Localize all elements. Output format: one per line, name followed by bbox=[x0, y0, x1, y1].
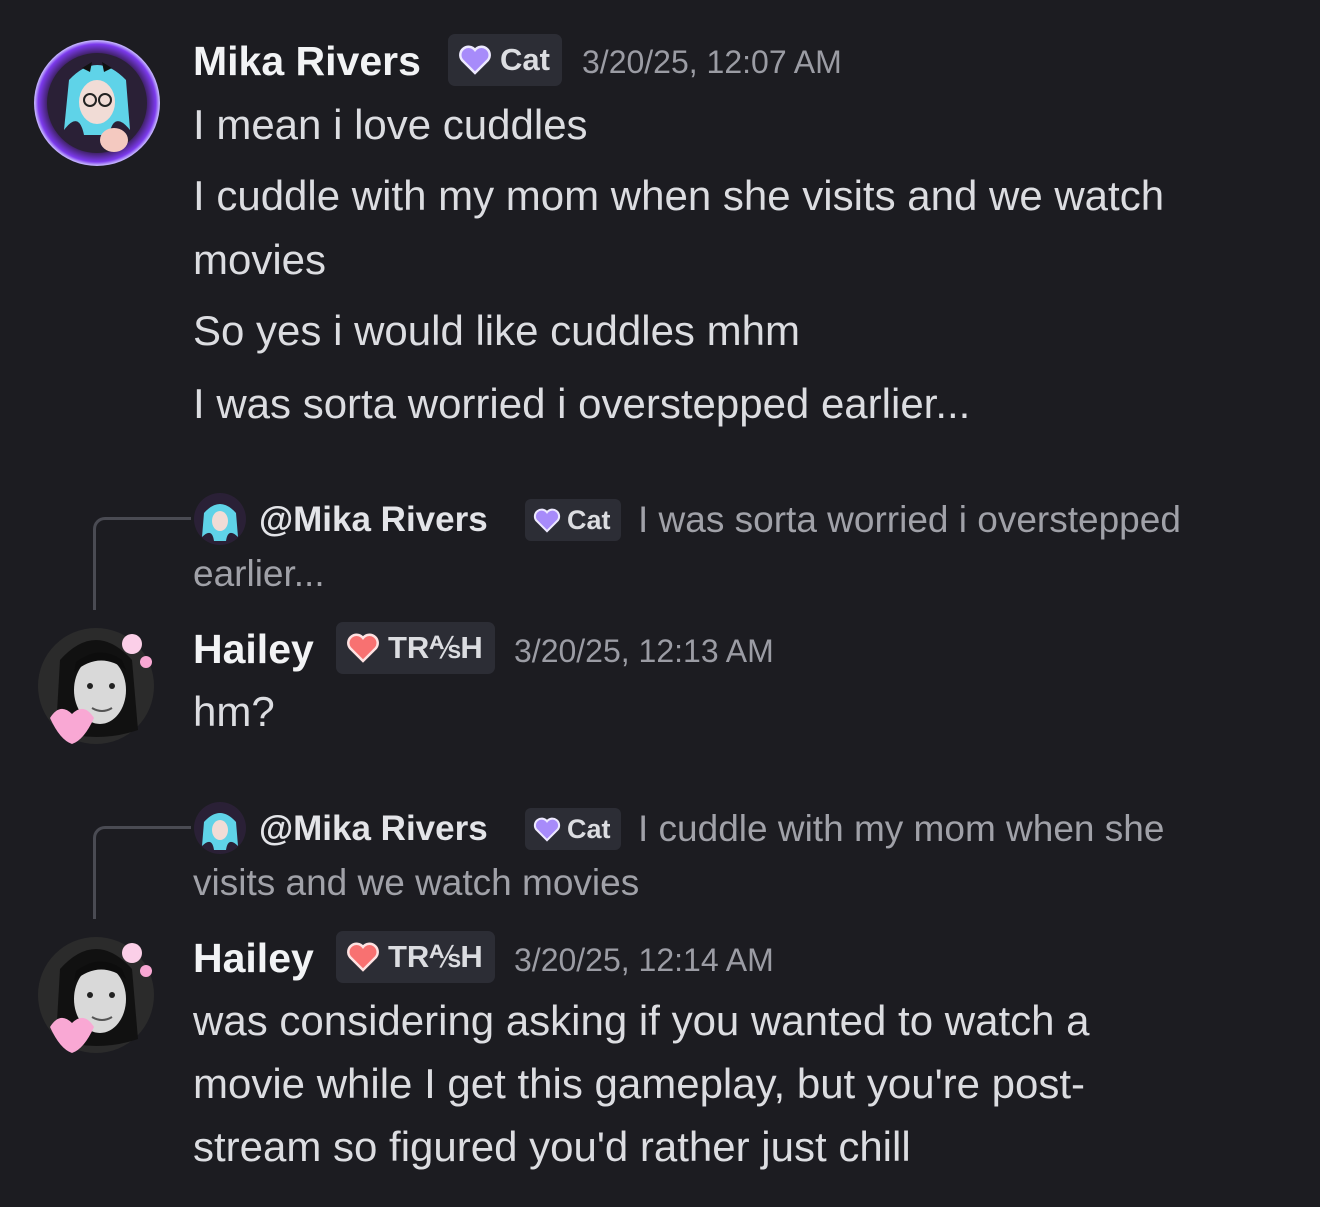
timestamp[interactable]: 3/20/25, 12:14 AM bbox=[514, 942, 774, 979]
message-line: stream so figured you'd rather just chil… bbox=[193, 1123, 911, 1170]
heart-icon bbox=[347, 942, 379, 972]
anime-avatar-icon bbox=[202, 813, 238, 850]
message-hailey-2: @Mika Rivers Cat I cuddle with my mom wh… bbox=[0, 0, 1320, 1207]
avatar-hailey[interactable] bbox=[30, 929, 162, 1061]
reply-role-tag[interactable]: Cat bbox=[525, 808, 621, 850]
reply-avatar bbox=[194, 802, 246, 854]
role-label: TR⅍H bbox=[388, 939, 483, 974]
reply-preview[interactable]: I cuddle with my mom when she bbox=[638, 808, 1164, 850]
reply-preview[interactable]: visits and we watch movies bbox=[193, 862, 639, 904]
heart-icon bbox=[533, 817, 561, 842]
reply-connector bbox=[93, 826, 191, 919]
reply-mention[interactable]: @Mika Rivers bbox=[259, 809, 488, 849]
message-line: movie while I get this gameplay, but you… bbox=[193, 1060, 1086, 1107]
role-tag[interactable]: TR⅍H bbox=[336, 931, 495, 983]
role-label: Cat bbox=[567, 813, 611, 844]
author-name[interactable]: Hailey bbox=[193, 935, 314, 982]
photo-avatar-icon bbox=[38, 937, 154, 1053]
message-line: was considering asking if you wanted to … bbox=[193, 997, 1090, 1044]
